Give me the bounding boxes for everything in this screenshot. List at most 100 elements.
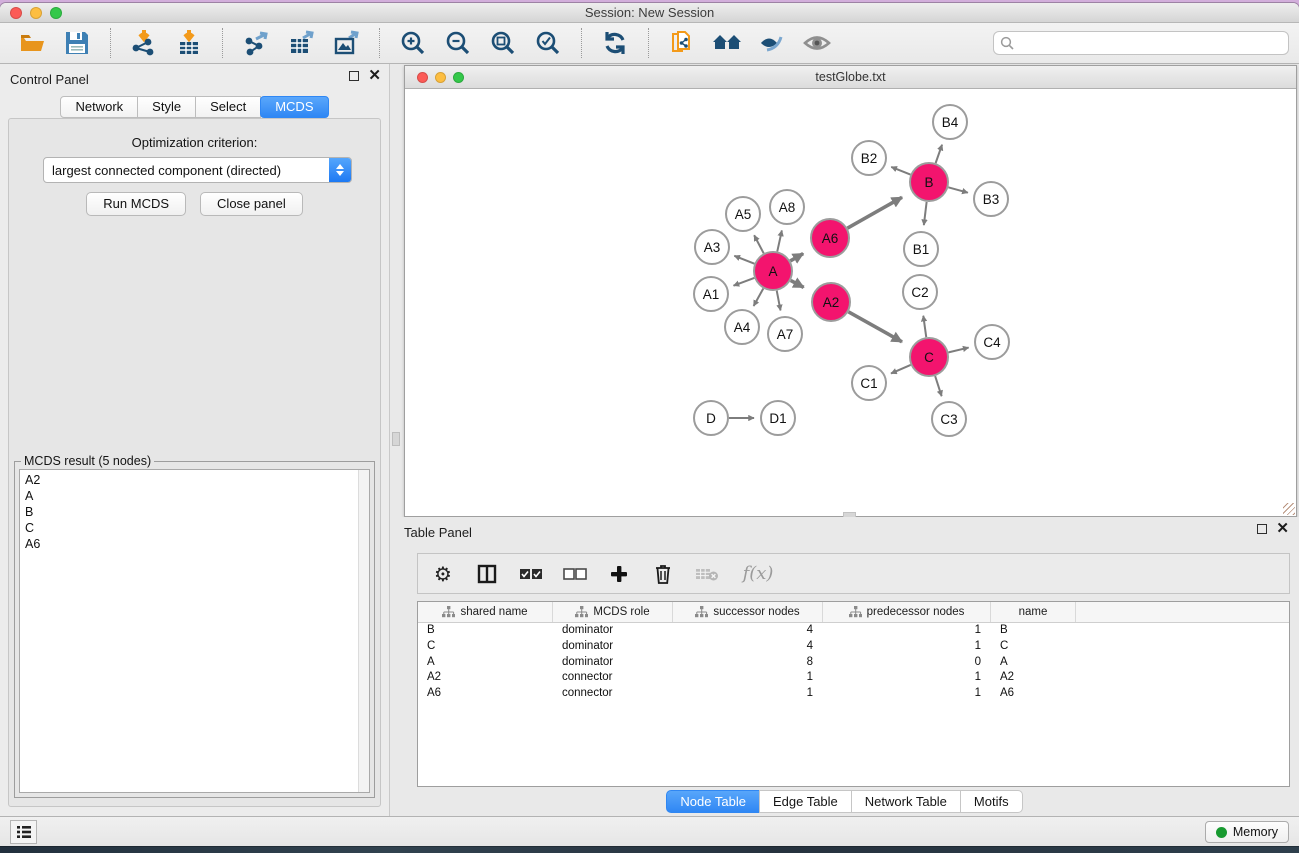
column-header-shared-name[interactable]: shared name [418,602,553,622]
column-header-successor-nodes[interactable]: successor nodes [673,602,823,622]
edge-B-B4[interactable] [936,145,942,163]
tab-edge-table[interactable]: Edge Table [759,790,852,813]
tab-network[interactable]: Network [60,96,138,118]
network-canvas[interactable]: B4B2BB3A8A5A6A3B1AC2A1A2A4A7C4CC1DD1C3 [405,89,1296,516]
table-row-a6[interactable]: A6connector11A6 [418,686,1289,702]
node-D[interactable]: D [694,401,728,435]
zoom-fit-button[interactable] [485,26,521,60]
node-C4[interactable]: C4 [975,325,1009,359]
node-A1[interactable]: A1 [694,277,728,311]
node-C3[interactable]: C3 [932,402,966,436]
tab-motifs[interactable]: Motifs [960,790,1023,813]
deselect-all-button[interactable] [560,559,590,589]
node-D1[interactable]: D1 [761,401,795,435]
column-header-name[interactable]: name [991,602,1076,622]
edge-C-C1[interactable] [891,365,911,374]
float-table-panel-icon[interactable] [1257,524,1267,534]
node-B[interactable]: B [910,163,948,201]
result-item-c[interactable]: C [20,520,369,536]
edge-B-B1[interactable] [924,202,927,225]
node-A[interactable]: A [754,252,792,290]
tab-select[interactable]: Select [195,96,261,118]
node-A3[interactable]: A3 [695,230,729,264]
hide-panel-button[interactable] [754,26,790,60]
run-mcds-button[interactable]: Run MCDS [86,192,186,216]
open-session-button[interactable] [14,26,50,60]
close-network-button[interactable] [417,72,428,83]
export-image-button[interactable] [328,26,364,60]
save-session-button[interactable] [59,26,95,60]
close-window-button[interactable] [10,7,22,19]
node-A4[interactable]: A4 [725,310,759,344]
node-A7[interactable]: A7 [768,317,802,351]
node-B4[interactable]: B4 [933,105,967,139]
edge-A-A5[interactable] [754,235,764,253]
zoom-window-button[interactable] [50,7,62,19]
column-header-MCDS-role[interactable]: MCDS role [553,602,673,622]
function-builder-button[interactable]: f(x) [736,559,780,589]
node-C[interactable]: C [910,338,948,376]
tab-network-table[interactable]: Network Table [851,790,961,813]
node-A5[interactable]: A5 [726,197,760,231]
export-network-button[interactable] [238,26,274,60]
tab-node-table[interactable]: Node Table [666,790,760,813]
close-panel-button[interactable]: Close panel [200,192,303,216]
delete-column-button[interactable] [648,559,678,589]
search-input[interactable] [1019,36,1282,50]
edge-A-A8[interactable] [777,230,782,251]
window-resize-grip[interactable] [1283,503,1295,515]
tab-style[interactable]: Style [137,96,196,118]
vertical-splitter-handle[interactable] [392,432,400,446]
memory-button[interactable]: Memory [1205,821,1289,843]
import-table-button[interactable] [171,26,207,60]
minimize-network-button[interactable] [435,72,446,83]
node-table[interactable]: shared nameMCDS rolesuccessor nodesprede… [417,601,1290,787]
export-table-button[interactable] [283,26,319,60]
tab-mcds[interactable]: MCDS [260,96,328,118]
minimize-window-button[interactable] [30,7,42,19]
column-view-button[interactable] [472,559,502,589]
edge-A-A7[interactable] [777,291,781,311]
edge-C-C2[interactable] [923,316,926,337]
dropdown-stepper-icon[interactable] [329,158,351,182]
node-A2[interactable]: A2 [812,283,850,321]
result-item-a2[interactable]: A2 [20,472,369,488]
close-panel-icon[interactable]: ✕ [368,71,381,81]
node-A8[interactable]: A8 [770,190,804,224]
result-item-a[interactable]: A [20,488,369,504]
home-views-button[interactable] [709,26,745,60]
refresh-button[interactable] [597,26,633,60]
edge-B-B2[interactable] [891,167,910,175]
table-row-b[interactable]: Bdominator41B [418,623,1289,639]
copy-style-button[interactable] [664,26,700,60]
node-B2[interactable]: B2 [852,141,886,175]
edge-A-A2[interactable] [791,280,804,287]
node-C2[interactable]: C2 [903,275,937,309]
result-scrollbar[interactable] [358,470,369,792]
network-graph[interactable]: B4B2BB3A8A5A6A3B1AC2A1A2A4A7C4CC1DD1C3 [405,89,1296,515]
select-all-button[interactable] [516,559,546,589]
edge-A2-C[interactable] [848,312,902,342]
zoom-in-button[interactable] [395,26,431,60]
zoom-network-button[interactable] [453,72,464,83]
task-history-button[interactable] [10,820,37,844]
edge-A-A4[interactable] [754,288,764,306]
table-row-c[interactable]: Cdominator41C [418,639,1289,655]
show-eye-button[interactable] [799,26,835,60]
node-B1[interactable]: B1 [904,232,938,266]
edge-B-B3[interactable] [948,187,968,192]
result-item-b[interactable]: B [20,504,369,520]
mcds-result-list[interactable]: A2ABCA6 [19,469,370,793]
column-header-predecessor-nodes[interactable]: predecessor nodes [823,602,991,622]
delete-table-button[interactable] [692,559,722,589]
close-table-panel-icon[interactable]: ✕ [1276,524,1289,534]
edge-A-A3[interactable] [734,256,754,264]
zoom-selected-button[interactable] [530,26,566,60]
edge-C-C3[interactable] [935,376,941,396]
result-item-a6[interactable]: A6 [20,536,369,552]
table-row-a2[interactable]: A2connector11A2 [418,670,1289,686]
import-network-button[interactable] [126,26,162,60]
node-B3[interactable]: B3 [974,182,1008,216]
node-A6[interactable]: A6 [811,219,849,257]
float-panel-icon[interactable] [349,71,359,81]
